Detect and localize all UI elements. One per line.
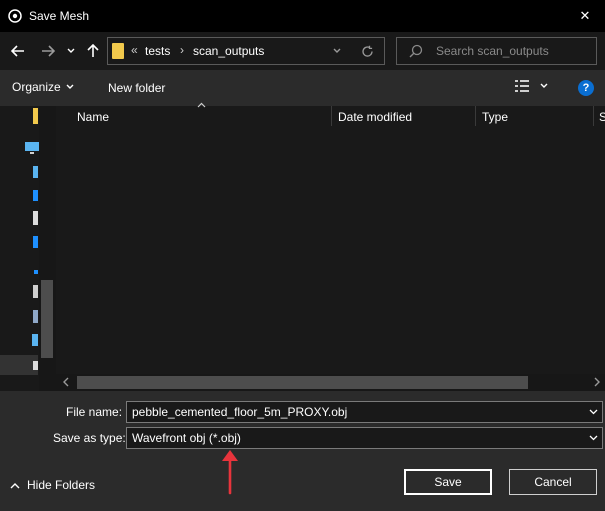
arrow-up-icon <box>87 44 99 57</box>
save-as-type-value: Wavefront obj (*.obj) <box>132 431 241 445</box>
cancel-label: Cancel <box>534 475 572 489</box>
breadcrumb-item-scan-outputs[interactable]: scan_outputs <box>193 44 264 58</box>
column-separator[interactable] <box>331 106 332 126</box>
drive-icon <box>33 361 38 370</box>
hide-folders-button[interactable]: Hide Folders <box>10 478 95 492</box>
videos-icon[interactable] <box>33 310 38 323</box>
back-button[interactable] <box>8 40 28 62</box>
details-view-icon <box>515 80 529 92</box>
arrow-left-icon <box>11 45 24 57</box>
breadcrumb-overflow[interactable]: « <box>131 43 138 57</box>
column-separator[interactable] <box>475 106 476 126</box>
address-dropdown-button[interactable] <box>330 43 344 59</box>
column-separator[interactable] <box>593 106 594 126</box>
scroll-right-icon[interactable] <box>593 377 601 387</box>
title-bar <box>0 0 605 32</box>
chevron-down-icon[interactable] <box>589 435 598 441</box>
chevron-down-icon <box>540 83 548 88</box>
window-title: Save Mesh <box>29 9 90 23</box>
chevron-down-icon <box>67 48 75 53</box>
save-as-type-label: Save as type: <box>53 431 126 445</box>
chevron-up-icon <box>10 482 20 488</box>
desktop-icon[interactable] <box>33 190 38 201</box>
navigation-pane-scroll-thumb[interactable] <box>41 280 53 358</box>
annotation-arrow <box>222 450 238 495</box>
breadcrumb-item-tests[interactable]: tests <box>145 44 170 58</box>
search-icon <box>409 44 423 58</box>
scroll-left-icon[interactable] <box>62 377 70 387</box>
organize-label: Organize <box>12 80 61 94</box>
sort-ascending-icon <box>197 102 206 108</box>
chevron-down-icon <box>66 84 74 89</box>
organize-button[interactable]: Organize <box>12 76 74 98</box>
pictures-icon[interactable] <box>33 285 38 298</box>
close-icon: ✕ <box>579 8 591 23</box>
refresh-button[interactable] <box>357 41 377 61</box>
cancel-button[interactable]: Cancel <box>509 469 597 495</box>
file-name-value: pebble_cemented_floor_5m_PROXY.obj <box>132 405 348 419</box>
forward-button[interactable] <box>38 40 58 62</box>
folder-icon <box>112 43 124 59</box>
view-options-button[interactable] <box>514 79 548 93</box>
local-disk-icon[interactable] <box>32 334 38 346</box>
app-icon <box>8 9 22 23</box>
file-list[interactable] <box>56 106 605 391</box>
new-folder-button[interactable]: New folder <box>108 81 165 95</box>
search-placeholder: Search scan_outputs <box>436 44 549 58</box>
help-icon: ? <box>582 82 590 94</box>
breadcrumb-separator: › <box>180 43 184 57</box>
up-button[interactable] <box>83 40 103 62</box>
chevron-down-icon[interactable] <box>589 409 598 415</box>
help-button[interactable]: ? <box>578 80 594 96</box>
documents-icon[interactable] <box>33 211 38 225</box>
hide-folders-label: Hide Folders <box>27 478 96 492</box>
save-as-type-select[interactable]: Wavefront obj (*.obj) <box>126 427 603 449</box>
save-label: Save <box>434 475 462 489</box>
save-button[interactable]: Save <box>404 469 492 495</box>
music-icon[interactable] <box>34 270 38 274</box>
column-header-size[interactable]: S <box>599 110 605 124</box>
refresh-icon <box>361 45 373 57</box>
this-pc-icon[interactable] <box>24 141 40 155</box>
column-header-name[interactable]: Name <box>77 110 109 124</box>
arrow-right-icon <box>42 45 55 57</box>
recent-locations-button[interactable] <box>64 43 78 59</box>
file-name-label: File name: <box>66 405 123 419</box>
column-header-date-modified[interactable]: Date modified <box>338 110 412 124</box>
column-header-type[interactable]: Type <box>482 110 508 124</box>
close-button[interactable]: ✕ <box>570 4 600 28</box>
chevron-down-icon <box>333 48 341 53</box>
quick-access-folder-icon[interactable] <box>33 108 38 124</box>
3d-objects-icon[interactable] <box>33 166 38 178</box>
downloads-icon[interactable] <box>33 236 38 248</box>
file-name-input[interactable]: pebble_cemented_floor_5m_PROXY.obj <box>126 401 603 423</box>
file-list-scroll-thumb[interactable] <box>77 376 528 389</box>
